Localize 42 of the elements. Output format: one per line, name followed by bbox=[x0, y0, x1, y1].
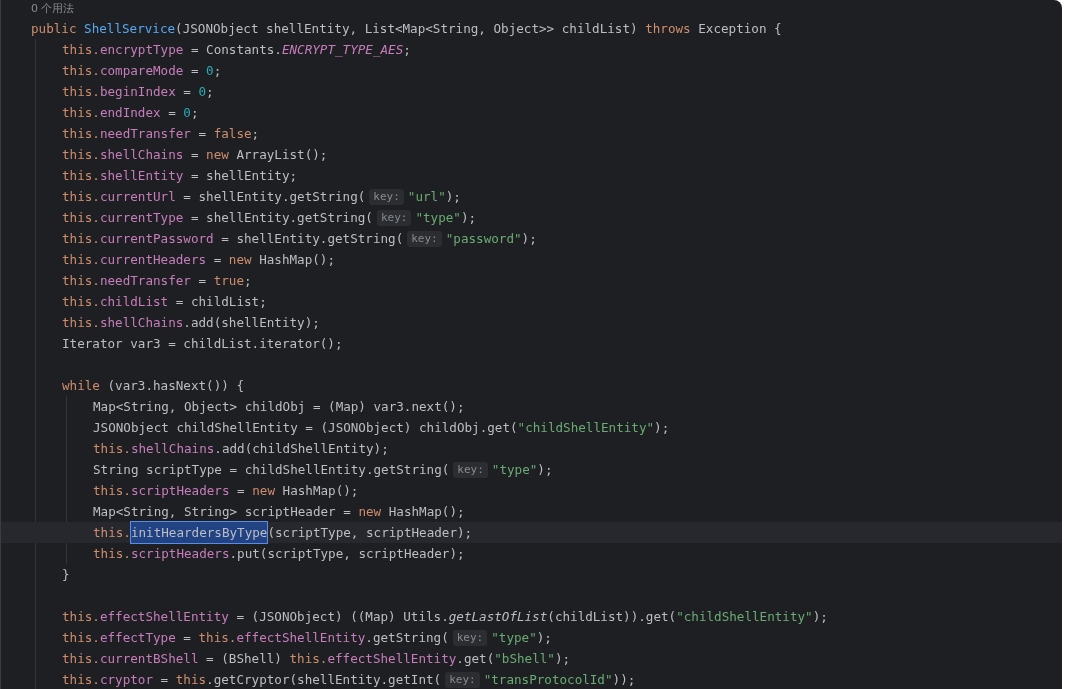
code-line: this.shellChains = new ArrayList(); bbox=[62, 146, 328, 164]
code-text: "transProtocolId")); bbox=[483, 671, 636, 689]
code-text: this.cryptor = this.getCryptor(shellEntity.getInt( bbox=[62, 671, 442, 689]
code-text: this.currentType = shellEntity.getString( bbox=[62, 209, 373, 227]
code-line: public ShellService(JSONObject shellEntity, List<Map<String, Object>> childList) throws Exception { bbox=[31, 20, 782, 38]
code-line: while (var3.hasNext()) { bbox=[62, 377, 244, 395]
code-line: this.endIndex = 0; bbox=[62, 104, 199, 122]
code-text: this.effectType = this.effectShellEntity.getString( bbox=[62, 629, 449, 647]
code-text: "type"); bbox=[491, 461, 553, 479]
code-text: String scriptType = childShellEntity.getString( bbox=[93, 461, 450, 479]
code-line: JSONObject childShellEntity = (JSONObject) childObj.get("childShellEntity"); bbox=[93, 419, 670, 437]
code-line: this.effectShellEntity = (JSONObject) ((Map) Utils.getLastOfList(childList)).get("childShellEntity"); bbox=[62, 608, 828, 626]
code-line: this.encryptType = Constants.ENCRYPT_TYPE_AES; bbox=[62, 41, 411, 59]
code-line: this.needTransfer = false; bbox=[62, 125, 260, 143]
code-text: this.currentUrl = shellEntity.getString( bbox=[62, 188, 366, 206]
code-line: this.currentHeaders = new HashMap(); bbox=[62, 251, 335, 269]
code-line: this.beginIndex = 0; bbox=[62, 83, 214, 101]
code-line: } bbox=[62, 566, 70, 584]
usage-hint: 0 个用法 bbox=[31, 1, 76, 17]
code-text: this.currentPassword = shellEntity.getString( bbox=[62, 230, 404, 248]
code-line: this.shellEntity = shellEntity; bbox=[62, 167, 298, 185]
code-line: this.childList = childList; bbox=[62, 293, 267, 311]
code-line: this.shellChains.add(childShellEntity); bbox=[93, 440, 389, 458]
code-line: Iterator var3 = childList.iterator(); bbox=[62, 335, 343, 353]
parameter-hint: key: bbox=[376, 209, 412, 226]
code-line: this.scriptHeaders.put(scriptType, scriptHeader); bbox=[93, 545, 465, 563]
code-text: "url"); bbox=[407, 188, 461, 206]
code-line: this.compareMode = 0; bbox=[62, 62, 222, 80]
code-text: "password"); bbox=[445, 230, 537, 248]
parameter-hint: key: bbox=[369, 188, 404, 205]
code-line: Map<String, Object> childObj = (Map) var3.next(); bbox=[93, 398, 465, 416]
code-line: this.scriptHeaders = new HashMap(); bbox=[93, 482, 359, 500]
code-line: this.currentBShell = (BShell) this.effectShellEntity.get("bShell"); bbox=[62, 650, 571, 668]
code-line: this.needTransfer = true; bbox=[62, 272, 252, 290]
parameter-hint: key: bbox=[452, 629, 488, 646]
code-line: Map<String, String> scriptHeader = new HashMap(); bbox=[93, 503, 465, 521]
parameter-hint: key: bbox=[453, 461, 488, 478]
parameter-hint: key: bbox=[407, 230, 442, 247]
code-line: this.shellChains.add(shellEntity); bbox=[62, 314, 320, 332]
code-text: "type"); bbox=[415, 209, 477, 227]
code-text: "type"); bbox=[491, 629, 552, 647]
parameter-hint: key: bbox=[445, 671, 480, 688]
